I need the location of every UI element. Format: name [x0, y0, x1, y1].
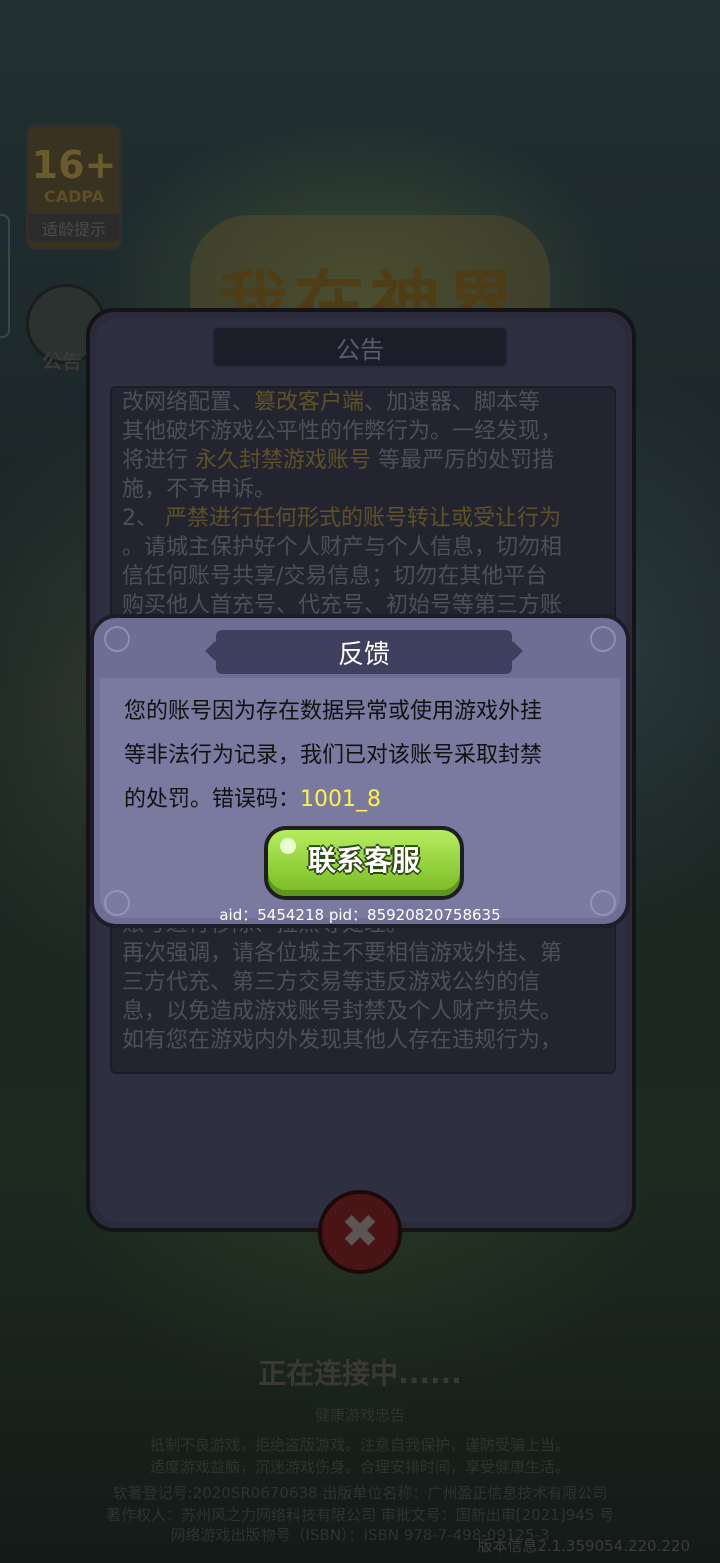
announcement-line: 如有您在游戏内外发现其他人存在违规行为，	[122, 1026, 604, 1055]
announcement-text: 施，不予申诉。	[122, 477, 277, 502]
announcement-highlight: 篡改客户端	[254, 390, 365, 415]
feedback-title: 反馈	[337, 640, 390, 670]
age-rating-org: CADPA	[43, 187, 105, 206]
announcement-line: 改网络配置、篡改客户端、加速器、脚本等	[122, 388, 604, 417]
contact-support-label: 联系客服	[307, 844, 420, 877]
feedback-message-line: 您的账号因为存在数据异常或使用游戏外挂	[124, 699, 543, 724]
announcement-title: 公告	[336, 336, 384, 364]
announcement-line: 其他破坏游戏公平性的作弊行为。一经发现，	[122, 417, 604, 446]
connecting-status: 正在连接中......	[258, 1357, 462, 1390]
announcement-highlight: 严禁进行任何形式的账号转让或受让行为	[165, 506, 562, 531]
announcement-line: 将进行 永久封禁游戏账号 等最严厉的处罚措	[122, 446, 604, 475]
footer-line: 适度游戏益脑，沉迷游戏伤身。合理安排时间，享受健康生活。	[149, 1458, 570, 1476]
age-rating-label: 适龄提示	[29, 214, 119, 242]
corner-ornament-icon	[590, 626, 616, 652]
announcement-text: 、加速器、脚本等	[364, 390, 541, 415]
age-rating-badge[interactable]: 16+ CADPA 适龄提示	[26, 124, 122, 250]
error-code-label: 的处罚。错误码：	[124, 787, 301, 812]
announcement-text: 。请城主保护好个人财产与个人信息，切勿相	[122, 535, 563, 560]
announcement-line: 再次强调，请各位城主不要相信游戏外挂、第	[122, 939, 604, 968]
error-code: 1001_8	[300, 787, 382, 812]
account-ids: aid：5454218 pid：85920820758635	[219, 906, 501, 924]
announcement-text: 再次强调，请各位城主不要相信游戏外挂、第	[122, 941, 563, 966]
footer-line: 著作权人：苏州风之力网络科技有限公司 审批文号：国新出审[2021]945 号	[105, 1506, 615, 1524]
announcement-text: 2、	[122, 506, 165, 531]
close-button[interactable]: ✖	[318, 1190, 402, 1274]
announcement-line: 2、 严禁进行任何形式的账号转让或受让行为	[122, 504, 604, 533]
button-shine	[280, 838, 296, 854]
notice-shortcut-label: 公告	[42, 349, 82, 373]
announcement-text: 其他破坏游戏公平性的作弊行为。一经发现，	[122, 419, 563, 444]
announcement-line: 三方代充、第三方交易等违反游戏公约的信	[122, 968, 604, 997]
announcement-line: 。请城主保护好个人财产与个人信息，切勿相	[122, 533, 604, 562]
announcement-text: 将进行	[122, 448, 195, 473]
footer-line: 软著登记号:2020SR0670638 出版单位名称：广州盈正信息技术有限公司	[112, 1484, 608, 1502]
side-tab[interactable]	[0, 214, 10, 338]
announcement-line: 施，不予申诉。	[122, 475, 604, 504]
feedback-message: 您的账号因为存在数据异常或使用游戏外挂 等非法行为记录，我们已对该账号采取封禁 …	[124, 690, 594, 822]
announcement-text: 等最严厉的处罚措	[371, 448, 555, 473]
feedback-dialog: 反馈 您的账号因为存在数据异常或使用游戏外挂 等非法行为记录，我们已对该账号采取…	[90, 614, 630, 928]
version-info: 版本信息2.1.359054.220.220	[477, 1537, 690, 1555]
close-x-icon: ✖	[340, 1204, 380, 1258]
contact-support-button[interactable]: 联系客服	[264, 826, 464, 900]
announcement-text: 如有您在游戏内外发现其他人存在违规行为，	[122, 1028, 563, 1053]
footer-line: 健康游戏忠告	[314, 1406, 405, 1424]
announcement-highlight: 永久封禁游戏账号	[195, 448, 372, 473]
announcement-text: 三方代充、第三方交易等违反游戏公约的信	[122, 970, 541, 995]
announcement-text: 息，以免造成游戏账号封禁及个人财产损失。	[122, 999, 563, 1024]
footer-line: 抵制不良游戏，拒绝盗版游戏。注意自我保护，谨防受骗上当。	[149, 1436, 570, 1454]
announcement-text: 信任何账号共享/交易信息；切勿在其他平台	[122, 564, 548, 589]
corner-ornament-icon	[104, 626, 130, 652]
feedback-message-line: 的处罚。错误码：1001_8	[124, 778, 594, 822]
age-rating-age: 16+	[31, 143, 117, 187]
announcement-text: 改网络配置、	[122, 390, 255, 415]
announcement-line: 信任何账号共享/交易信息；切勿在其他平台	[122, 562, 604, 591]
feedback-message-line: 等非法行为记录，我们已对该账号采取封禁	[124, 743, 543, 768]
announcement-line: 息，以免造成游戏账号封禁及个人财产损失。	[122, 997, 604, 1026]
